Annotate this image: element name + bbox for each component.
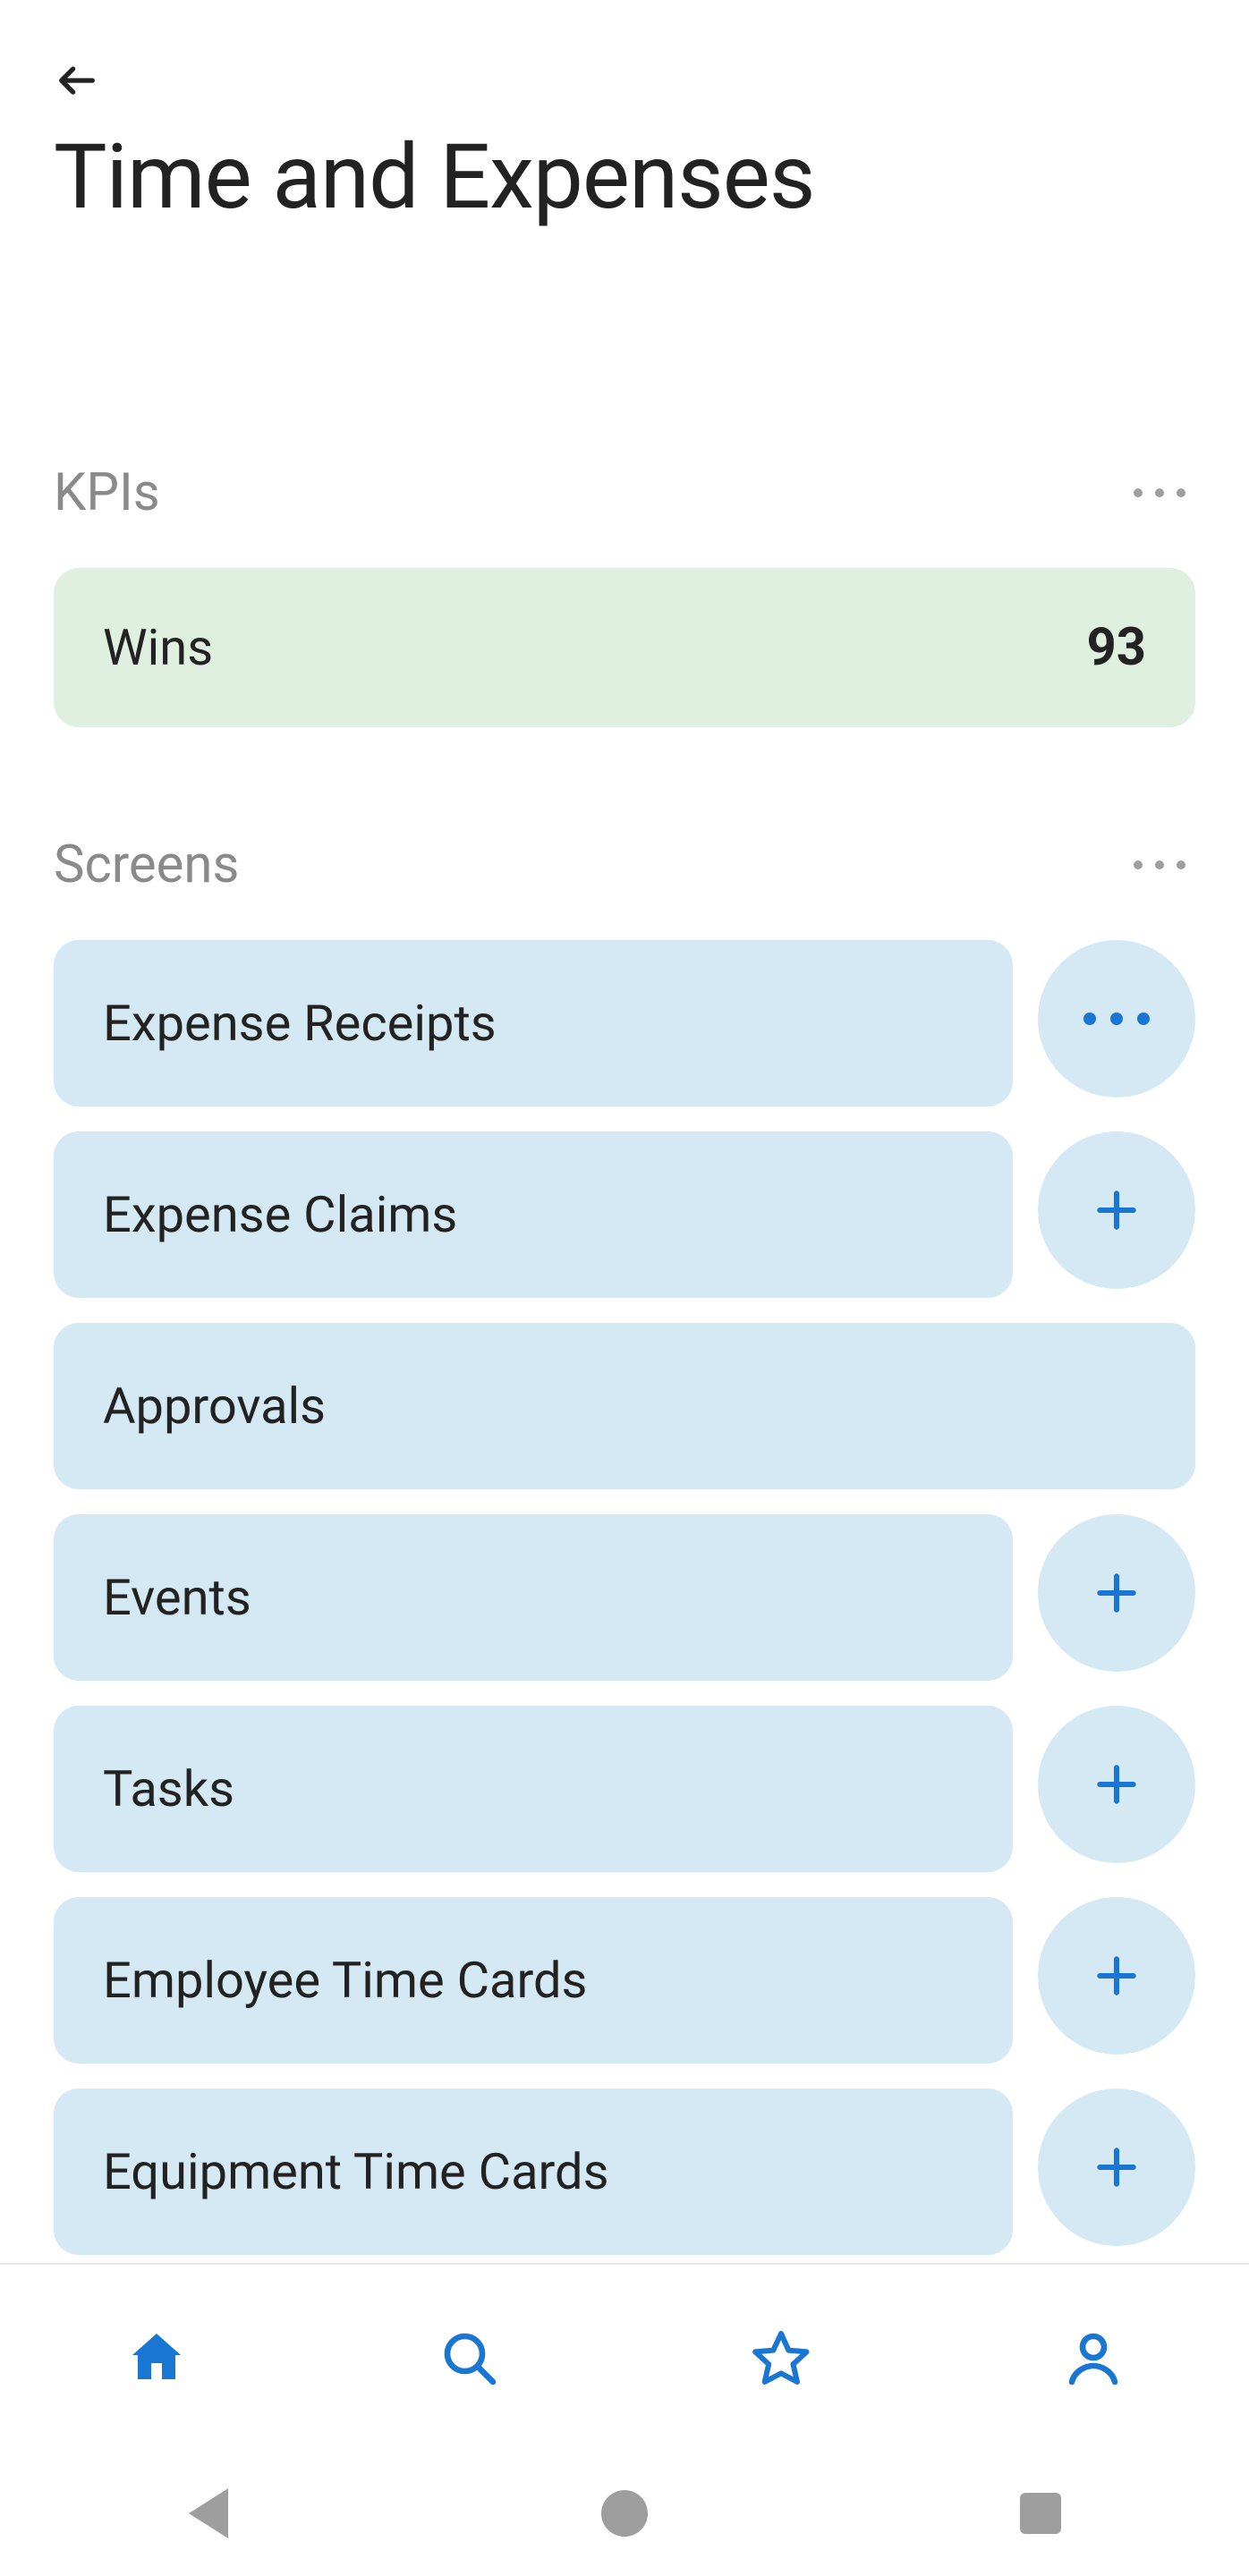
nav-home[interactable] bbox=[103, 2304, 210, 2411]
screen-item-label: Expense Claims bbox=[103, 1185, 457, 1244]
screen-item-employee-time-cards[interactable]: Employee Time Cards bbox=[54, 1897, 1013, 2063]
screens-section: Screens Expense Receipts Expense Cl bbox=[54, 835, 1195, 2255]
screen-item-label: Events bbox=[103, 1568, 251, 1627]
system-back[interactable] bbox=[155, 2460, 262, 2567]
screen-row: Expense Claims bbox=[54, 1131, 1195, 1298]
screen-action-add[interactable] bbox=[1038, 1514, 1195, 1672]
plus-icon bbox=[1092, 1759, 1142, 1809]
kpis-section-label: KPIs bbox=[54, 462, 160, 523]
triangle-back-icon bbox=[189, 2488, 228, 2538]
search-icon bbox=[437, 2326, 501, 2390]
screens-more-button[interactable] bbox=[1124, 843, 1195, 887]
screen-action-add[interactable] bbox=[1038, 1897, 1195, 2055]
more-horizontal-icon bbox=[1134, 860, 1185, 869]
system-recent[interactable] bbox=[987, 2460, 1094, 2567]
plus-icon bbox=[1092, 1185, 1142, 1235]
bottom-nav bbox=[0, 2263, 1249, 2451]
system-nav bbox=[0, 2451, 1249, 2576]
screen-action-add[interactable] bbox=[1038, 1706, 1195, 1863]
nav-profile[interactable] bbox=[1040, 2304, 1147, 2411]
screen-item-approvals[interactable]: Approvals bbox=[54, 1323, 1195, 1489]
screen-action-add[interactable] bbox=[1038, 1131, 1195, 1289]
screen-item-label: Employee Time Cards bbox=[103, 1951, 587, 2010]
kpi-value: 93 bbox=[1086, 617, 1146, 678]
screen-row: Equipment Time Cards bbox=[54, 2089, 1195, 2255]
screen-item-equipment-time-cards[interactable]: Equipment Time Cards bbox=[54, 2089, 1013, 2255]
system-home[interactable] bbox=[571, 2460, 678, 2567]
screen-row: Events bbox=[54, 1514, 1195, 1681]
screen-item-events[interactable]: Events bbox=[54, 1514, 1013, 1681]
kpis-more-button[interactable] bbox=[1124, 470, 1195, 515]
screen-item-label: Expense Receipts bbox=[103, 994, 497, 1053]
circle-home-icon bbox=[601, 2490, 648, 2537]
screen-item-label: Equipment Time Cards bbox=[103, 2142, 609, 2201]
plus-icon bbox=[1092, 2142, 1142, 2192]
screen-row: Expense Receipts bbox=[54, 940, 1195, 1106]
screen-item-label: Tasks bbox=[103, 1759, 234, 1818]
person-icon bbox=[1061, 2326, 1126, 2390]
star-icon bbox=[749, 2326, 813, 2390]
arrow-left-icon bbox=[54, 57, 100, 104]
kpis-section: KPIs Wins 93 bbox=[54, 462, 1195, 727]
screen-row: Tasks bbox=[54, 1706, 1195, 1872]
nav-search[interactable] bbox=[415, 2304, 523, 2411]
screen-item-expense-claims[interactable]: Expense Claims bbox=[54, 1131, 1013, 1298]
screen-row: Employee Time Cards bbox=[54, 1897, 1195, 2063]
more-horizontal-icon bbox=[1083, 1013, 1150, 1025]
back-button[interactable] bbox=[54, 54, 107, 107]
screen-action-add[interactable] bbox=[1038, 2089, 1195, 2246]
nav-favorites[interactable] bbox=[727, 2304, 835, 2411]
square-recent-icon bbox=[1020, 2493, 1061, 2534]
plus-icon bbox=[1092, 1951, 1142, 2001]
plus-icon bbox=[1092, 1568, 1142, 1618]
home-icon bbox=[124, 2326, 189, 2390]
screens-section-label: Screens bbox=[54, 835, 239, 895]
screen-item-label: Approvals bbox=[103, 1377, 326, 1436]
screen-item-tasks[interactable]: Tasks bbox=[54, 1706, 1013, 1872]
screen-action-more[interactable] bbox=[1038, 940, 1195, 1097]
page-title: Time and Expenses bbox=[54, 125, 1195, 230]
kpi-card-wins[interactable]: Wins 93 bbox=[54, 568, 1195, 727]
screen-row: Approvals bbox=[54, 1323, 1195, 1489]
screen-item-expense-receipts[interactable]: Expense Receipts bbox=[54, 940, 1013, 1106]
kpi-label: Wins bbox=[103, 618, 213, 677]
more-horizontal-icon bbox=[1134, 488, 1185, 497]
